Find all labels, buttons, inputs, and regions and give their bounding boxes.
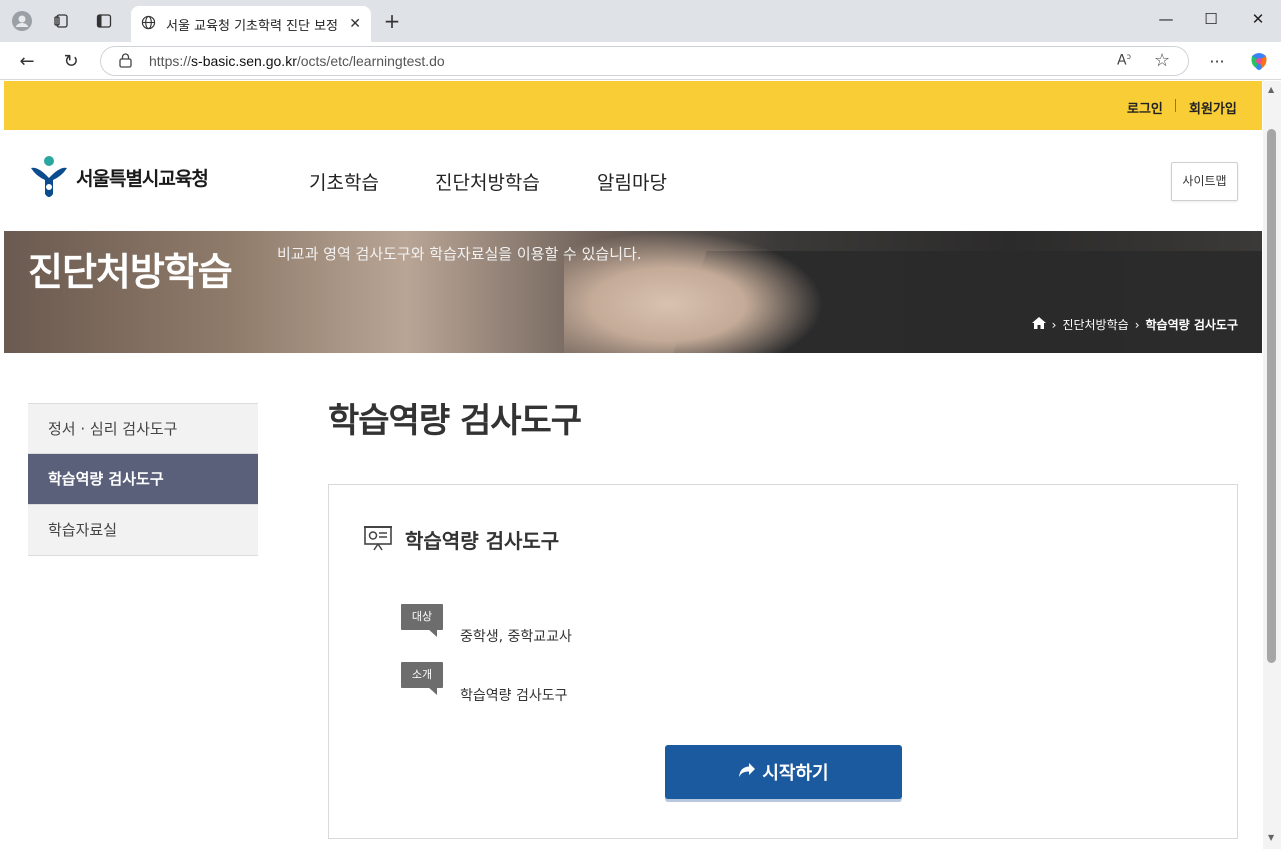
browser-tab[interactable]: 서울 교육청 기초학력 진단 보정 · ✕ (131, 6, 371, 42)
url-prefix: https:// (149, 53, 192, 69)
breadcrumb-item[interactable]: 진단처방학습 (1062, 316, 1128, 333)
banner-description: 비교과 영역 검사도구와 학습자료실을 이용할 수 있습니다. (277, 245, 642, 263)
sidebar-item-resources[interactable]: 학습자료실 (28, 505, 258, 556)
intro-value: 학습역량 검사도구 (460, 688, 568, 704)
back-icon[interactable]: ← (16, 50, 38, 72)
intro-tag: 소개 (401, 662, 443, 695)
nav-diagnosis-learning[interactable]: 진단처방학습 (435, 168, 540, 195)
presentation-icon (363, 523, 393, 557)
logo-text: 서울특별시교육청 (76, 167, 209, 190)
close-icon[interactable]: ✕ (349, 16, 361, 32)
site-logo[interactable]: 서울특별시교육청 (28, 154, 209, 200)
scroll-up-icon[interactable]: ▲ (1268, 85, 1274, 94)
web-page: 로그인 회원가입 서울특별시교육청 기초학습 진단처방학습 알림마당 사이트맵 … (4, 81, 1262, 849)
url-text: https://s-basic.sen.go.kr/octs/etc/learn… (149, 53, 445, 69)
home-icon[interactable] (1031, 317, 1046, 332)
logo-emblem-icon (31, 156, 67, 197)
utility-bar: 로그인 회원가입 (4, 81, 1262, 130)
tab-actions-icon[interactable] (93, 10, 115, 32)
nav-notice[interactable]: 알림마당 (597, 168, 667, 195)
page-banner: 진단처방학습 비교과 영역 검사도구와 학습자료실을 이용할 수 있습니다. ›… (4, 231, 1262, 353)
chevron-right-icon: › (1051, 317, 1057, 332)
target-tag: 대상 (401, 604, 443, 637)
favorite-icon[interactable]: ☆ (1154, 50, 1170, 71)
signup-link[interactable]: 회원가입 (1189, 98, 1237, 117)
address-bar[interactable]: https://s-basic.sen.go.kr/octs/etc/learn… (100, 46, 1189, 76)
target-value: 중학생, 중학교교사 (460, 629, 572, 645)
lock-icon[interactable] (119, 53, 132, 72)
maximize-icon[interactable]: ☐ (1199, 10, 1223, 32)
refresh-icon[interactable]: ↻ (60, 50, 82, 72)
card-title: 학습역량 검사도구 (405, 529, 560, 553)
login-link[interactable]: 로그인 (1127, 98, 1163, 117)
divider (1175, 99, 1176, 112)
banner-title: 진단처방학습 (28, 250, 233, 294)
chevron-right-icon: › (1134, 317, 1140, 332)
window-close-icon[interactable]: ✕ (1246, 10, 1270, 32)
scrollbar-thumb[interactable] (1267, 129, 1276, 663)
sidebar-menu: 정서 · 심리 검사도구 학습역량 검사도구 학습자료실 (28, 403, 258, 556)
tab-title: 서울 교육청 기초학력 진단 보정 · (166, 18, 344, 34)
url-host: s-basic.sen.go.kr (191, 53, 297, 69)
breadcrumb: › 진단처방학습 › 학습역량 검사도구 (1031, 316, 1239, 333)
share-arrow-icon (738, 762, 756, 783)
breadcrumb-current: 학습역량 검사도구 (1145, 318, 1239, 332)
start-button[interactable]: 시작하기 (665, 745, 902, 799)
site-header: 서울특별시교육청 기초학습 진단처방학습 알림마당 사이트맵 (4, 130, 1262, 231)
start-button-label: 시작하기 (762, 763, 829, 783)
sitemap-button[interactable]: 사이트맵 (1171, 162, 1238, 201)
url-path: /octs/etc/learningtest.do (296, 53, 445, 69)
copilot-icon[interactable] (1248, 50, 1270, 72)
browser-tab-strip: 서울 교육청 기초학력 진단 보정 · ✕ + — ☐ ✕ (0, 0, 1281, 42)
sidebar-item-emotion-test[interactable]: 정서 · 심리 검사도구 (28, 403, 258, 454)
nav-basic-learning[interactable]: 기초학습 (309, 168, 379, 195)
profile-icon[interactable] (11, 10, 33, 32)
minimize-icon[interactable]: — (1154, 10, 1178, 32)
more-icon[interactable]: ··· (1206, 50, 1228, 72)
scroll-down-icon[interactable]: ▼ (1268, 833, 1274, 842)
scrollbar[interactable]: ▲ ▼ (1263, 81, 1281, 849)
collections-icon[interactable] (51, 10, 73, 32)
globe-icon (141, 15, 156, 34)
address-bar-row: ← ↻ https://s-basic.sen.go.kr/octs/etc/l… (0, 42, 1281, 80)
test-card: 학습역량 검사도구 대상 중학생, 중학교교사 소개 학습역량 검사도구 시작하… (328, 484, 1238, 839)
page-title: 학습역량 검사도구 (328, 401, 582, 441)
new-tab-icon[interactable]: + (381, 9, 403, 33)
read-aloud-icon[interactable]: Aↄ (1117, 52, 1131, 69)
sidebar-item-learning-test[interactable]: 학습역량 검사도구 (28, 454, 258, 505)
